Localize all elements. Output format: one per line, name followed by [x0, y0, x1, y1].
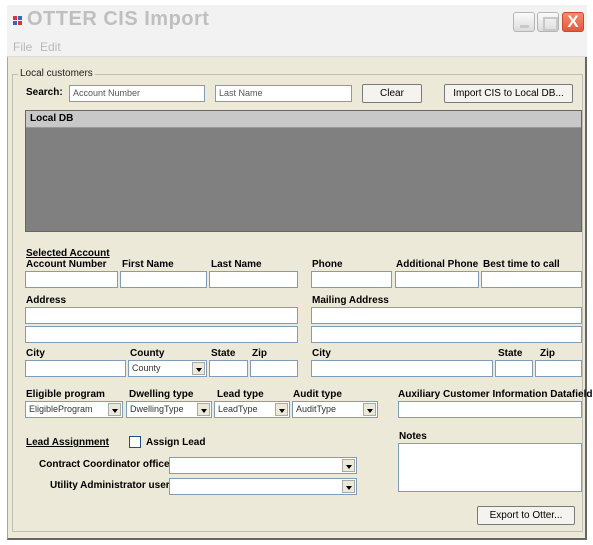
- export-to-otter-button[interactable]: Export to Otter...: [477, 506, 575, 525]
- city-field[interactable]: [25, 360, 126, 377]
- first-name-field[interactable]: [120, 271, 207, 288]
- local-db-grid[interactable]: Local DB: [25, 110, 582, 232]
- minimize-button[interactable]: [513, 12, 535, 32]
- address-label: Address: [26, 295, 67, 306]
- mailing-address-label: Mailing Address: [312, 295, 389, 306]
- additional-phone-label: Additional Phone: [396, 259, 479, 270]
- lead-type-dropdown[interactable]: LeadType: [214, 401, 290, 418]
- mailing-city-field[interactable]: [311, 360, 493, 377]
- grid-header: Local DB: [26, 111, 581, 128]
- audit-type-dropdown[interactable]: AuditType: [292, 401, 378, 418]
- city-label: City: [26, 348, 45, 359]
- lead-type-value: LeadType: [218, 404, 258, 414]
- best-time-label: Best time to call: [483, 259, 560, 270]
- lead-type-label: Lead type: [217, 389, 264, 400]
- address-line2-field[interactable]: [25, 326, 298, 343]
- mailing-state-label: State: [498, 348, 523, 359]
- search-label: Search:: [26, 87, 63, 98]
- menu-file[interactable]: File: [13, 40, 32, 54]
- menu-bar: File Edit: [7, 37, 587, 57]
- chevron-down-icon[interactable]: [197, 403, 210, 416]
- zip-label: Zip: [252, 348, 267, 359]
- chevron-down-icon[interactable]: [342, 459, 355, 472]
- chevron-down-icon[interactable]: [342, 480, 355, 493]
- mailing-zip-label: Zip: [540, 348, 555, 359]
- notes-label: Notes: [399, 431, 427, 442]
- chevron-down-icon[interactable]: [275, 403, 288, 416]
- eligible-program-dropdown[interactable]: EligibleProgram: [25, 401, 123, 418]
- title-bar: OTTER CIS Import X: [7, 5, 587, 37]
- account-number-field[interactable]: [25, 271, 118, 288]
- chevron-down-icon[interactable]: [363, 403, 376, 416]
- dwelling-type-label: Dwelling type: [129, 389, 194, 400]
- account-number-search-input[interactable]: Account Number: [69, 85, 205, 102]
- clear-button[interactable]: Clear: [362, 84, 422, 103]
- auxiliary-label: Auxiliary Customer Information Datafield: [398, 389, 593, 400]
- mailing-address-line1-field[interactable]: [311, 307, 582, 324]
- dwelling-type-dropdown[interactable]: DwellingType: [126, 401, 212, 418]
- group-legend: Local customers: [18, 68, 95, 79]
- utility-admin-label: Utility Administrator user: [50, 480, 170, 491]
- assign-lead-label: Assign Lead: [146, 437, 206, 448]
- audit-type-label: Audit type: [293, 389, 342, 400]
- grid-header-label: Local DB: [30, 113, 74, 124]
- eligible-program-label: Eligible program: [26, 389, 105, 400]
- assign-lead-checkbox[interactable]: [129, 436, 141, 448]
- audit-type-value: AuditType: [296, 404, 337, 414]
- import-cis-button[interactable]: Import CIS to Local DB...: [444, 84, 573, 103]
- phone-field[interactable]: [311, 271, 392, 288]
- state-field[interactable]: [209, 360, 248, 377]
- contract-office-label: Contract Coordinator office: [39, 459, 170, 470]
- first-name-label: First Name: [122, 259, 174, 270]
- chevron-down-icon[interactable]: [108, 403, 121, 416]
- state-label: State: [211, 348, 236, 359]
- county-dropdown-value: County: [132, 363, 161, 373]
- county-label: County: [130, 348, 165, 359]
- address-line1-field[interactable]: [25, 307, 298, 324]
- best-time-field[interactable]: [481, 271, 582, 288]
- phone-label: Phone: [312, 259, 343, 270]
- eligible-program-value: EligibleProgram: [29, 404, 93, 414]
- mailing-zip-field[interactable]: [535, 360, 582, 377]
- county-dropdown[interactable]: County: [128, 360, 207, 377]
- chevron-down-icon[interactable]: [192, 362, 205, 375]
- mailing-address-line2-field[interactable]: [311, 326, 582, 343]
- lead-assignment-heading: Lead Assignment: [26, 437, 109, 448]
- additional-phone-field[interactable]: [395, 271, 479, 288]
- selected-account-heading: Selected Account: [26, 248, 110, 259]
- close-button[interactable]: X: [562, 12, 584, 32]
- last-name-field[interactable]: [209, 271, 298, 288]
- mailing-state-field[interactable]: [495, 360, 533, 377]
- zip-field[interactable]: [250, 360, 298, 377]
- maximize-button[interactable]: [537, 12, 559, 32]
- dwelling-type-value: DwellingType: [130, 404, 184, 414]
- account-number-label: Account Number: [26, 259, 107, 270]
- last-name-label: Last Name: [211, 259, 262, 270]
- utility-admin-dropdown[interactable]: [169, 478, 357, 495]
- auxiliary-field[interactable]: [398, 401, 582, 418]
- mailing-city-label: City: [312, 348, 331, 359]
- app-icon: [13, 16, 23, 26]
- notes-textarea[interactable]: [398, 443, 582, 492]
- menu-edit[interactable]: Edit: [40, 40, 61, 54]
- last-name-search-input[interactable]: Last Name: [215, 85, 352, 102]
- contract-office-dropdown[interactable]: [169, 457, 357, 474]
- window-title: OTTER CIS Import: [27, 8, 210, 30]
